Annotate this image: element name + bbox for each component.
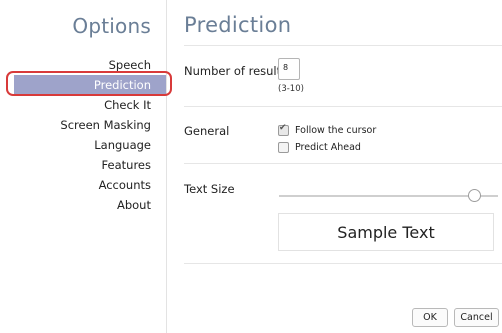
number-of-results-label: Number of results <box>184 64 288 78</box>
sidebar-item-features[interactable]: Features <box>0 155 166 175</box>
general-label: General <box>184 124 230 138</box>
predict-ahead-option[interactable]: Predict Ahead <box>278 142 361 153</box>
text-size-slider-thumb[interactable] <box>468 189 481 202</box>
sidebar-item-about[interactable]: About <box>0 195 166 215</box>
section-divider <box>184 106 502 107</box>
sidebar-item-accounts[interactable]: Accounts <box>0 175 166 195</box>
title-divider <box>184 45 502 46</box>
page-title: Prediction <box>184 13 292 37</box>
section-divider <box>184 263 502 264</box>
section-divider <box>184 163 502 164</box>
sample-text: Sample Text <box>337 222 435 242</box>
cancel-button[interactable]: Cancel <box>454 308 499 327</box>
sidebar-item-check-it[interactable]: Check It <box>0 95 166 115</box>
sidebar-item-screen-masking[interactable]: Screen Masking <box>0 115 166 135</box>
sidebar-nav: Speech Prediction Check It Screen Maskin… <box>0 55 166 215</box>
follow-cursor-option[interactable]: ✔ Follow the cursor <box>278 123 377 136</box>
text-size-slider-track[interactable] <box>279 195 498 197</box>
predict-ahead-checkbox[interactable] <box>278 142 289 153</box>
sidebar-item-language[interactable]: Language <box>0 135 166 155</box>
predict-ahead-label: Predict Ahead <box>295 142 361 153</box>
follow-cursor-label: Follow the cursor <box>295 125 377 136</box>
sidebar-title: Options <box>72 14 151 38</box>
sidebar-item-speech[interactable]: Speech <box>0 55 166 75</box>
sample-text-preview: Sample Text <box>278 213 494 251</box>
checkmark-icon: ✔ <box>279 123 287 133</box>
main-panel: Prediction Number of results 8 (3-10) Ge… <box>166 0 502 333</box>
number-of-results-input[interactable]: 8 <box>278 58 300 80</box>
number-of-results-hint: (3-10) <box>278 84 304 94</box>
text-size-label: Text Size <box>184 182 235 196</box>
ok-button[interactable]: OK <box>412 308 448 327</box>
follow-cursor-checkbox[interactable]: ✔ <box>278 123 289 136</box>
options-sidebar: Options Speech Prediction Check It Scree… <box>0 0 167 333</box>
sidebar-item-prediction[interactable]: Prediction <box>14 75 166 95</box>
